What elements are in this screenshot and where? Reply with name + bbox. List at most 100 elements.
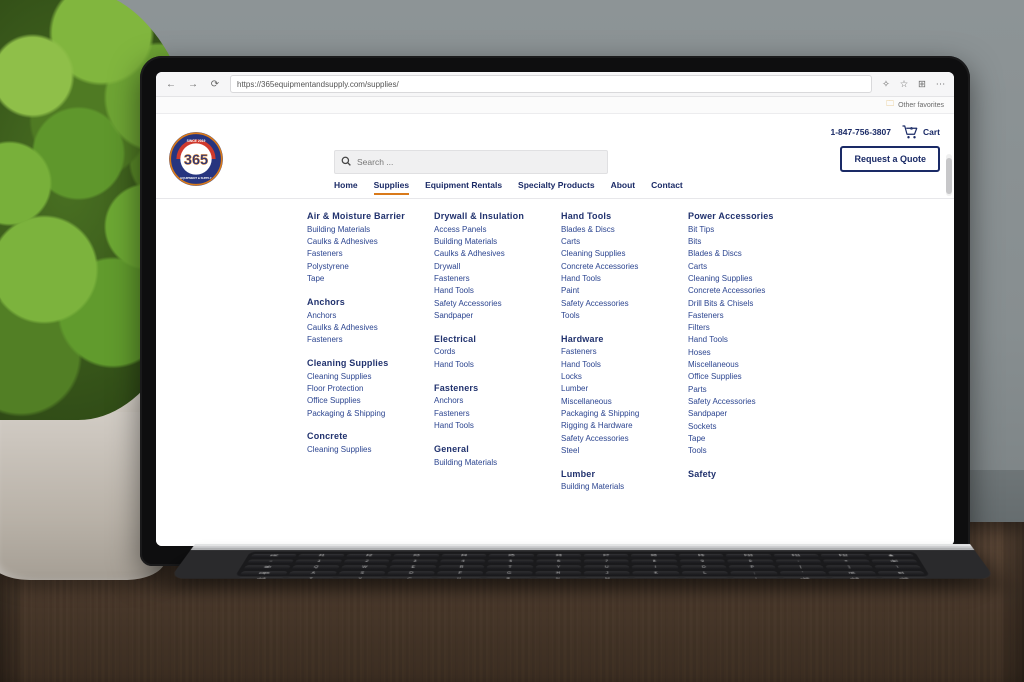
category-link[interactable]: Fasteners: [307, 335, 422, 346]
address-bar[interactable]: https://365equipmentandsupply.com/suppli…: [230, 75, 872, 93]
category-link[interactable]: Cleaning Supplies: [307, 372, 422, 383]
category-link[interactable]: Filters: [688, 323, 803, 334]
category-link[interactable]: Drill Bits & Chisels: [688, 299, 803, 310]
read-aloud-icon[interactable]: ✧: [880, 78, 892, 90]
laptop-deck: escF1F2F3F4F5F6F7F8F9F10F11F12⏏~12345678…: [195, 544, 970, 604]
category-link[interactable]: Miscellaneous: [561, 397, 676, 408]
category-link[interactable]: Building Materials: [307, 225, 422, 236]
category-link[interactable]: Hand Tools: [434, 286, 549, 297]
forward-button[interactable]: →: [186, 77, 200, 91]
category-link[interactable]: Tools: [561, 311, 676, 322]
back-button[interactable]: ←: [164, 77, 178, 91]
category-link[interactable]: Safety Accessories: [688, 397, 803, 408]
category-link[interactable]: Building Materials: [434, 237, 549, 248]
category-link[interactable]: Access Panels: [434, 225, 549, 236]
category-link[interactable]: Anchors: [307, 311, 422, 322]
category-links: Cords Hand Tools: [434, 347, 549, 370]
category-link[interactable]: Caulks & Adhesives: [307, 323, 422, 334]
category-link[interactable]: Blades & Discs: [561, 225, 676, 236]
category-link[interactable]: Safety Accessories: [561, 434, 676, 445]
category-link[interactable]: Cleaning Supplies: [307, 445, 422, 456]
category-link[interactable]: Fasteners: [434, 274, 549, 285]
category-link[interactable]: Cords: [434, 347, 549, 358]
category-title[interactable]: Air & Moisture Barrier: [307, 211, 422, 222]
search-input[interactable]: Search ...: [334, 150, 608, 174]
category-link[interactable]: Cleaning Supplies: [688, 274, 803, 285]
category-link[interactable]: Tape: [307, 274, 422, 285]
category-link[interactable]: Concrete Accessories: [688, 286, 803, 297]
category-link[interactable]: Fasteners: [688, 311, 803, 322]
category-title[interactable]: Cleaning Supplies: [307, 358, 422, 369]
category-title[interactable]: Hardware: [561, 334, 676, 345]
category-link[interactable]: Caulks & Adhesives: [307, 237, 422, 248]
category-link[interactable]: Concrete Accessories: [561, 262, 676, 273]
category-link[interactable]: Fasteners: [434, 409, 549, 420]
refresh-button[interactable]: ⟳: [208, 77, 222, 91]
category-title[interactable]: Fasteners: [434, 383, 549, 394]
category-link[interactable]: Hoses: [688, 348, 803, 359]
category-link[interactable]: Locks: [561, 372, 676, 383]
category-link[interactable]: Cleaning Supplies: [561, 249, 676, 260]
category-link[interactable]: Building Materials: [434, 458, 549, 469]
category-title[interactable]: Lumber: [561, 469, 676, 480]
category-link[interactable]: Fasteners: [561, 347, 676, 358]
nav-item-supplies[interactable]: Supplies: [374, 180, 409, 194]
menu-ellipsis-icon[interactable]: ⋯: [934, 78, 946, 90]
category-link[interactable]: Lumber: [561, 384, 676, 395]
category-link[interactable]: Sockets: [688, 422, 803, 433]
category-link[interactable]: Bit Tips: [688, 225, 803, 236]
category-link[interactable]: Drywall: [434, 262, 549, 273]
phone-link[interactable]: 1-847-756-3807: [830, 127, 891, 137]
category-link[interactable]: Tools: [688, 446, 803, 457]
category-link[interactable]: Building Materials: [561, 482, 676, 493]
category-link[interactable]: Steel: [561, 446, 676, 457]
site-logo[interactable]: SINCE 2019 365 EQUIPMENT & SUPPLY: [168, 131, 224, 187]
category-title[interactable]: Concrete: [307, 431, 422, 442]
nav-item-about[interactable]: About: [611, 180, 636, 194]
category-title[interactable]: Anchors: [307, 297, 422, 308]
category-link[interactable]: Safety Accessories: [434, 299, 549, 310]
category-link[interactable]: Blades & Discs: [688, 249, 803, 260]
category-title[interactable]: General: [434, 444, 549, 455]
category-link[interactable]: Caulks & Adhesives: [434, 249, 549, 260]
category-link[interactable]: Hand Tools: [434, 360, 549, 371]
favorite-star-icon[interactable]: ☆: [898, 78, 910, 90]
page-scrollbar[interactable]: [946, 154, 952, 196]
category-title[interactable]: Safety: [688, 469, 803, 480]
nav-item-specialty-products[interactable]: Specialty Products: [518, 180, 595, 194]
category-link[interactable]: Rigging & Hardware: [561, 421, 676, 432]
category-link[interactable]: Hand Tools: [561, 274, 676, 285]
cart-link[interactable]: 0 Cart: [901, 124, 940, 140]
category-title[interactable]: Drywall & Insulation: [434, 211, 549, 222]
category-title[interactable]: Power Accessories: [688, 211, 803, 222]
nav-item-equipment-rentals[interactable]: Equipment Rentals: [425, 180, 502, 194]
nav-item-contact[interactable]: Contact: [651, 180, 683, 194]
other-favorites-link[interactable]: Other favorites: [898, 102, 944, 109]
category-link[interactable]: Office Supplies: [307, 396, 422, 407]
category-link[interactable]: Paint: [561, 286, 676, 297]
category-link[interactable]: Polystyrene: [307, 262, 422, 273]
category-link[interactable]: Anchors: [434, 396, 549, 407]
category-title[interactable]: Electrical: [434, 334, 549, 345]
request-quote-button[interactable]: Request a Quote: [840, 146, 940, 172]
category-link[interactable]: Sandpaper: [434, 311, 549, 322]
category-link[interactable]: Sandpaper: [688, 409, 803, 420]
category-link[interactable]: Office Supplies: [688, 372, 803, 383]
category-link[interactable]: Hand Tools: [561, 360, 676, 371]
category-link[interactable]: Packaging & Shipping: [307, 409, 422, 420]
category-link[interactable]: Parts: [688, 385, 803, 396]
category-link[interactable]: Tape: [688, 434, 803, 445]
category-link[interactable]: Carts: [688, 262, 803, 273]
category-title[interactable]: Hand Tools: [561, 211, 676, 222]
category-link[interactable]: Bits: [688, 237, 803, 248]
category-link[interactable]: Packaging & Shipping: [561, 409, 676, 420]
category-link[interactable]: Hand Tools: [688, 335, 803, 346]
category-link[interactable]: Miscellaneous: [688, 360, 803, 371]
category-link[interactable]: Hand Tools: [434, 421, 549, 432]
nav-item-home[interactable]: Home: [334, 180, 358, 194]
category-link[interactable]: Carts: [561, 237, 676, 248]
category-link[interactable]: Floor Protection: [307, 384, 422, 395]
collections-icon[interactable]: ⊞: [916, 78, 928, 90]
category-link[interactable]: Safety Accessories: [561, 299, 676, 310]
category-link[interactable]: Fasteners: [307, 249, 422, 260]
